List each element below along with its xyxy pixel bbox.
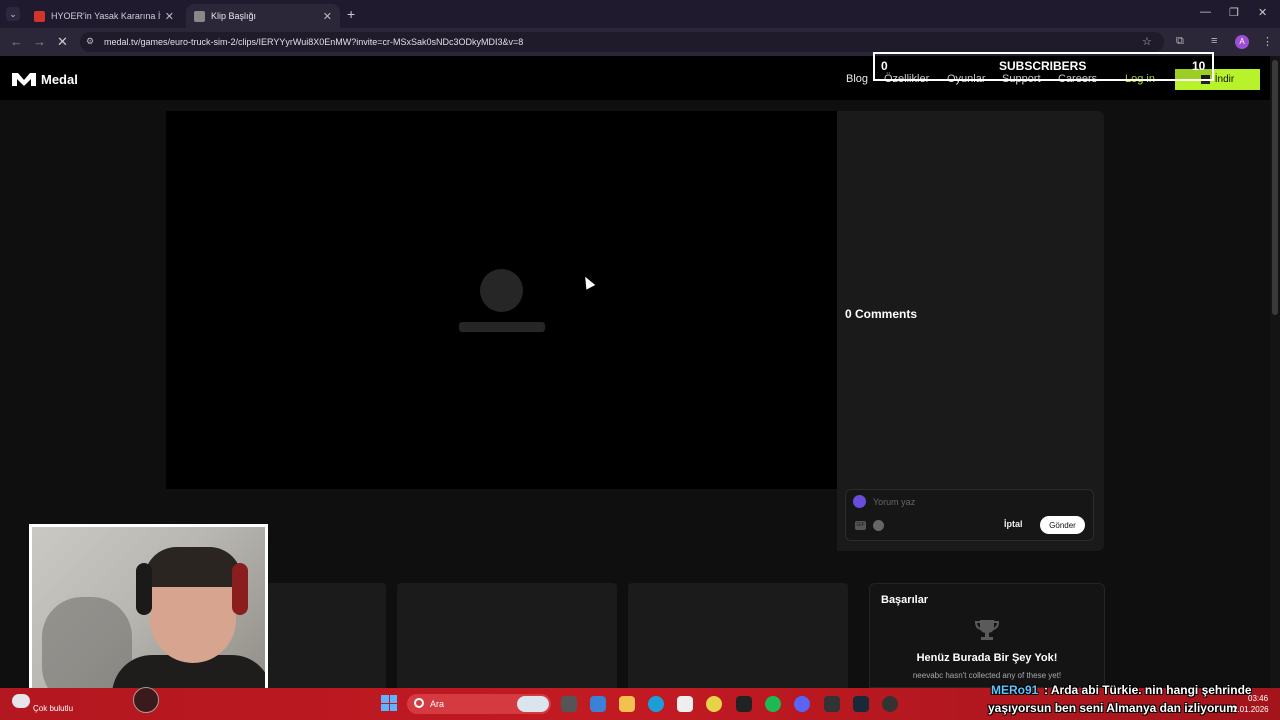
send-button[interactable]: Gönder <box>1040 516 1085 534</box>
download-label: İndir <box>1214 74 1235 85</box>
store-icon[interactable] <box>677 696 693 712</box>
tab-search-icon[interactable]: ⌄ <box>6 7 20 21</box>
nav-blog[interactable]: Blog <box>846 73 868 85</box>
chat-message-line: yaşıyorsun ben seni Almanya dan izliyoru… <box>988 701 1237 715</box>
app-icon[interactable] <box>736 696 752 712</box>
discord-icon[interactable] <box>794 696 810 712</box>
minimize-icon[interactable]: — <box>1200 6 1211 18</box>
clip-card[interactable] <box>628 583 848 688</box>
widgets-icon[interactable] <box>590 696 606 712</box>
user-avatar <box>853 495 866 508</box>
menu-kebab-icon[interactable]: ⋮ <box>1262 35 1273 48</box>
weather-cloud-icon[interactable] <box>12 694 30 708</box>
tab-close-icon[interactable]: ✕ <box>323 10 332 23</box>
file-explorer-icon[interactable] <box>619 696 635 712</box>
search-highlight-icon <box>517 696 549 712</box>
subscriber-goal-start: 0 <box>881 59 888 73</box>
comment-input[interactable] <box>873 495 1073 508</box>
clock-date[interactable]: 2.01.2026 <box>1233 705 1269 714</box>
subscriber-goal-title: SUBSCRIBERS <box>999 59 1087 73</box>
webcam-person-hair <box>144 547 242 587</box>
stop-loading-icon[interactable]: ✕ <box>57 34 68 50</box>
cancel-button[interactable]: İptal <box>1004 519 1023 529</box>
taskbar-search-label[interactable]: Ara <box>430 699 444 709</box>
bookmark-star-icon[interactable]: ☆ <box>1142 35 1152 48</box>
headset-icon <box>136 563 152 615</box>
tab-hyoer[interactable]: HYOER'in Yasak Kararına İtirazı ✕ <box>26 4 182 28</box>
task-view-icon[interactable] <box>561 696 577 712</box>
extensions-icon[interactable]: ⧉ <box>1176 35 1184 48</box>
search-icon <box>414 698 424 708</box>
chat-username: MERo91 <box>991 683 1039 697</box>
tab-favicon-icon <box>194 10 205 22</box>
brand-name[interactable]: Medal <box>41 72 78 87</box>
loading-placeholder-bar <box>459 322 545 332</box>
profile-avatar[interactable]: A <box>1235 35 1249 49</box>
close-window-icon[interactable]: ✕ <box>1258 6 1267 19</box>
clock-time[interactable]: 03:46 <box>1248 694 1268 703</box>
spotify-icon[interactable] <box>765 696 781 712</box>
achievements-empty-title: Henüz Burada Bir Şey Yok! <box>916 652 1058 664</box>
edge-icon[interactable] <box>648 696 664 712</box>
comments-panel <box>837 111 1104 551</box>
achievements-empty-desc: neevabc hasn't collected any of these ye… <box>912 671 1062 680</box>
tab-title: HYOER'in Yasak Kararına İtirazı <box>51 11 161 21</box>
obs-icon[interactable] <box>882 696 898 712</box>
comments-count: 0 Comments <box>845 307 918 321</box>
scrollbar-thumb[interactable] <box>1272 60 1278 315</box>
clip-card[interactable] <box>397 583 617 688</box>
new-tab-icon[interactable]: + <box>347 6 355 22</box>
chrome-icon[interactable] <box>706 696 722 712</box>
chat-message-line: : Arda abi Türkie. nin hangi şehrinde <box>1044 683 1252 697</box>
steam-icon[interactable] <box>853 696 869 712</box>
tab-favicon-icon <box>34 10 45 22</box>
url-text[interactable]: medal.tv/games/euro-truck-sim-2/clips/IE… <box>104 37 523 47</box>
weather-text[interactable]: Çok bulutlu <box>33 704 73 713</box>
loading-placeholder-circle <box>480 269 523 312</box>
achievements-title: Başarılar <box>881 594 929 606</box>
media-controls-icon[interactable]: ≡ <box>1211 35 1217 47</box>
tab-klip[interactable]: Klip Başlığı ✕ <box>186 4 340 28</box>
restore-icon[interactable]: ❐ <box>1229 6 1239 19</box>
back-icon[interactable]: ← <box>10 34 23 49</box>
streamer-badge-icon <box>133 687 159 713</box>
subscriber-goal-target: 10 <box>1192 59 1206 73</box>
headset-icon <box>232 563 248 615</box>
forward-icon[interactable]: → <box>33 34 46 49</box>
tab-title: Klip Başlığı <box>211 11 257 21</box>
trophy-icon <box>974 620 1000 640</box>
clip-card[interactable] <box>266 583 386 688</box>
site-info-icon[interactable]: ⚙ <box>86 36 94 47</box>
emoji-icon[interactable] <box>873 520 884 531</box>
webcam-overlay <box>29 524 268 701</box>
start-menu-icon[interactable] <box>381 695 397 711</box>
gif-icon[interactable]: GIF <box>855 521 866 530</box>
tab-close-icon[interactable]: ✕ <box>165 10 174 23</box>
app-icon[interactable] <box>824 696 840 712</box>
medal-logo-icon[interactable] <box>11 71 37 87</box>
